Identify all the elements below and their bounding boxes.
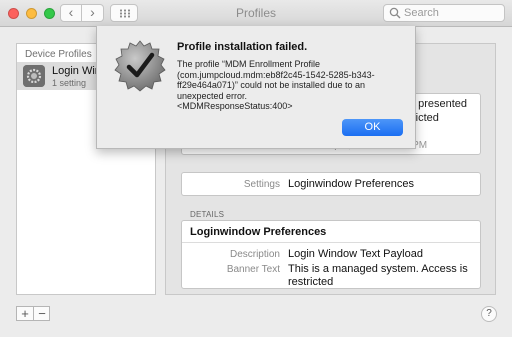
banner-text-label: Banner Text bbox=[226, 264, 280, 275]
message-text-line1: t presented bbox=[412, 98, 468, 110]
add-profile-button[interactable]: + bbox=[17, 306, 34, 321]
alert-message-line: (com.jumpcloud.mdm:eb8f2c45-1542-5285-b3… bbox=[177, 69, 375, 80]
details-divider bbox=[182, 242, 480, 243]
settings-value: Loginwindow Preferences bbox=[288, 178, 414, 190]
alert-message-line: The profile “MDM Enrollment Profile bbox=[177, 59, 321, 69]
profiles-window: ‹ › Profiles Search Device Profiles Logi… bbox=[0, 0, 512, 337]
banner-text-value-line2: restricted bbox=[288, 276, 334, 288]
help-button[interactable]: ? bbox=[481, 306, 497, 322]
description-value: Login Window Text Payload bbox=[288, 248, 423, 260]
remove-profile-button[interactable]: − bbox=[34, 306, 50, 321]
settings-row: Settings Loginwindow Preferences bbox=[181, 172, 481, 196]
error-alert-sheet: Profile installation failed. The profile… bbox=[96, 26, 416, 149]
description-label: Description bbox=[229, 249, 280, 260]
alert-headline: Profile installation failed. bbox=[177, 41, 308, 53]
search-placeholder: Search bbox=[404, 7, 439, 19]
alert-message-line: ff29e464a071)” could not be installed du… bbox=[177, 80, 365, 90]
search-icon bbox=[389, 7, 401, 19]
add-remove-buttons: + − bbox=[16, 306, 50, 321]
alert-message-line: unexpected error. bbox=[177, 90, 248, 101]
gear-icon bbox=[23, 65, 45, 87]
details-heading: DETAILS bbox=[190, 210, 225, 219]
sidebar-header: Device Profiles bbox=[25, 49, 92, 60]
alert-message: The profile “MDM Enrollment Profile (com… bbox=[177, 59, 409, 112]
message-text-line2: ricted bbox=[412, 112, 439, 124]
details-box: Loginwindow Preferences Description Logi… bbox=[181, 220, 481, 289]
title-bar: ‹ › Profiles Search bbox=[0, 0, 512, 27]
search-field[interactable]: Search bbox=[383, 4, 505, 22]
settings-label: Settings bbox=[243, 179, 280, 190]
banner-text-value-line1: This is a managed system. Access is bbox=[288, 263, 468, 275]
sidebar-item-sublabel: 1 setting bbox=[52, 78, 87, 88]
verified-badge-icon bbox=[114, 40, 166, 92]
ok-button[interactable]: OK bbox=[342, 119, 403, 136]
details-title: Loginwindow Preferences bbox=[190, 226, 327, 238]
alert-message-line: <MDMResponseStatus:400> bbox=[177, 101, 293, 111]
